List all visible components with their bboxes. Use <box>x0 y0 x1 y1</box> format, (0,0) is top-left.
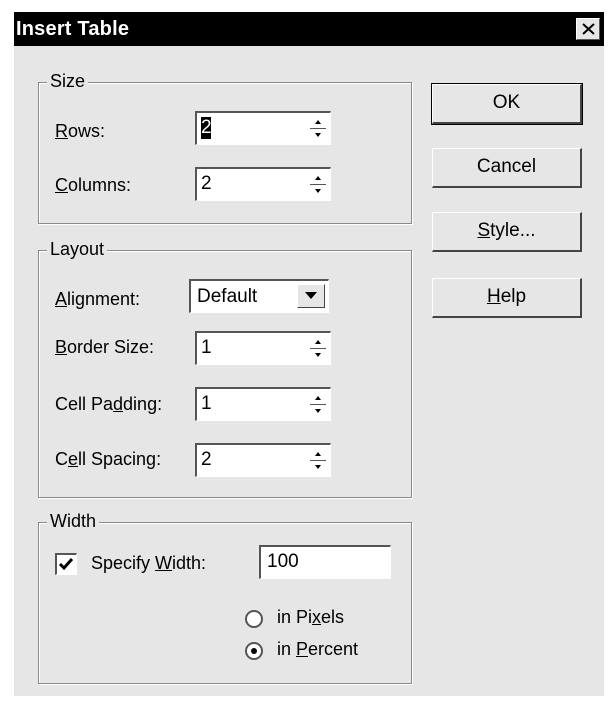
border-spin-buttons <box>310 336 326 362</box>
cancel-button[interactable]: Cancel <box>432 148 582 188</box>
alignment-dropdown-button[interactable] <box>297 284 325 308</box>
help-button[interactable]: Help <box>432 278 582 318</box>
cell-spacing-label: Cell Spacing: <box>55 449 162 469</box>
arrow-down-icon[interactable] <box>310 185 326 197</box>
width-value: 100 <box>267 551 299 572</box>
cell-spacing-value: 2 <box>201 449 212 470</box>
arrow-up-icon[interactable] <box>310 448 326 460</box>
layout-group: Layout Alignment: Default Border Size: 1… <box>38 239 412 498</box>
specify-width-checkbox[interactable] <box>55 553 77 575</box>
arrow-up-icon[interactable] <box>310 116 326 128</box>
close-icon <box>582 23 595 35</box>
width-legend: Width <box>47 511 100 532</box>
padding-spin-buttons <box>310 392 326 418</box>
columns-spin-buttons <box>310 172 326 198</box>
in-percent-label[interactable]: in Percent <box>277 639 358 660</box>
columns-value: 2 <box>201 173 212 194</box>
cell-padding-spinner[interactable]: 1 <box>195 387 331 421</box>
arrow-up-icon[interactable] <box>310 392 326 404</box>
columns-spinner[interactable]: 2 <box>195 167 331 201</box>
size-group: Size Rows: 2 Columns: 2 <box>38 71 412 224</box>
in-percent-radio[interactable] <box>245 642 263 660</box>
cell-padding-label: Cell Padding: <box>55 394 163 414</box>
arrow-down-icon[interactable] <box>310 129 326 141</box>
close-button[interactable] <box>576 18 600 40</box>
rows-spinner[interactable]: 2 <box>195 111 331 145</box>
arrow-down-icon[interactable] <box>310 349 326 361</box>
alignment-value: Default <box>197 286 258 307</box>
cell-padding-value: 1 <box>201 393 212 414</box>
cell-spacing-spinner[interactable]: 2 <box>195 443 331 477</box>
dialog-title: Insert Table <box>16 18 130 40</box>
rows-value: 2 <box>201 117 212 138</box>
arrow-down-icon[interactable] <box>310 405 326 417</box>
size-legend: Size <box>47 71 89 92</box>
insert-table-dialog: Insert Table Size Rows: 2 Columns: 2 Lay… <box>14 12 604 696</box>
border-size-label: Border Size: <box>55 337 155 357</box>
in-pixels-label[interactable]: in Pixels <box>277 607 344 628</box>
checkmark-icon <box>58 558 74 571</box>
radio-selected-dot <box>251 648 257 654</box>
width-group: Width Specify Width: 100 in Pixels in Pe… <box>38 511 412 684</box>
border-size-spinner[interactable]: 1 <box>195 331 331 365</box>
rows-label: Rows: <box>55 121 106 141</box>
style-button[interactable]: Style... <box>432 212 582 252</box>
border-size-value: 1 <box>201 337 212 358</box>
title-bar: Insert Table <box>14 12 604 46</box>
layout-legend: Layout <box>47 239 108 260</box>
specify-width-label[interactable]: Specify Width: <box>91 553 206 574</box>
columns-label: Columns: <box>55 175 132 195</box>
alignment-label: Alignment: <box>55 289 141 309</box>
rows-spin-buttons <box>310 116 326 142</box>
arrow-up-icon[interactable] <box>310 336 326 348</box>
width-input[interactable]: 100 <box>259 545 391 579</box>
spacing-spin-buttons <box>310 448 326 474</box>
alignment-select[interactable]: Default <box>189 279 329 313</box>
ok-button[interactable]: OK <box>431 83 583 125</box>
chevron-down-icon <box>305 292 317 299</box>
arrow-down-icon[interactable] <box>310 461 326 473</box>
in-pixels-radio[interactable] <box>245 610 263 628</box>
arrow-up-icon[interactable] <box>310 172 326 184</box>
